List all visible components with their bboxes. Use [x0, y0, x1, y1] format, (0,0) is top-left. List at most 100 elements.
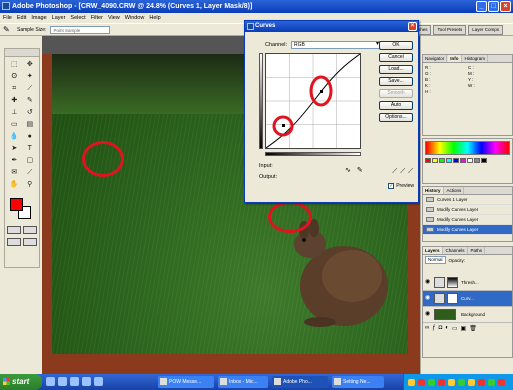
layer-mask-thumbnail[interactable]: [447, 293, 458, 304]
trash-icon[interactable]: 🗑: [469, 325, 477, 332]
load-button[interactable]: Load...: [379, 65, 413, 74]
standard-mode-icon[interactable]: [7, 226, 21, 234]
brush-tool-icon[interactable]: ✎: [23, 95, 38, 106]
menu-layer[interactable]: Layer: [52, 13, 66, 23]
curve-point-mode-icon[interactable]: ∿: [345, 166, 351, 174]
crop-tool-icon[interactable]: ⌗: [7, 83, 22, 94]
tab-layer-comps[interactable]: Layer Comps: [468, 25, 503, 35]
gradient-tool-icon[interactable]: ▤: [23, 119, 38, 130]
link-icon[interactable]: ∞: [425, 325, 429, 332]
task-pow-messenger[interactable]: POW Messe...: [158, 376, 214, 388]
curve-point-midtones[interactable]: [320, 90, 323, 93]
slice-tool-icon[interactable]: ⟋: [23, 83, 38, 94]
tab-paths[interactable]: Paths: [469, 247, 486, 254]
tray-icon[interactable]: [418, 378, 425, 386]
menu-view[interactable]: View: [108, 13, 120, 23]
layer-threshold[interactable]: ◉ Thresh...: [423, 275, 512, 291]
quick-launch-icon[interactable]: [82, 377, 91, 386]
swatch[interactable]: [425, 158, 431, 163]
clone-stamp-icon[interactable]: ⊥: [7, 107, 22, 118]
layer-style-icon[interactable]: ƒ: [432, 325, 435, 332]
dodge-tool-icon[interactable]: ●: [23, 131, 38, 142]
notes-tool-icon[interactable]: ✉: [7, 167, 22, 178]
foreground-color-swatch[interactable]: [10, 198, 23, 211]
tray-icon[interactable]: [408, 378, 415, 386]
quick-launch-icon[interactable]: [46, 377, 55, 386]
tray-icon[interactable]: [438, 378, 445, 386]
history-item[interactable]: Modify Curves Layer: [423, 205, 512, 215]
maximize-button[interactable]: □: [488, 1, 499, 12]
eraser-tool-icon[interactable]: ▭: [7, 119, 22, 130]
tab-actions[interactable]: Actions: [445, 187, 465, 194]
pencil-mode-icon[interactable]: ✎: [357, 166, 363, 174]
screen-mode-standard-icon[interactable]: [7, 238, 21, 246]
swatch[interactable]: [446, 158, 452, 163]
tray-icon[interactable]: [478, 378, 485, 386]
zoom-tool-icon[interactable]: ⚲: [23, 179, 38, 190]
history-item[interactable]: Curves 1 Layer: [423, 195, 512, 205]
eyedropper-tool-icon[interactable]: ✎: [3, 25, 13, 35]
new-group-icon[interactable]: ▭: [452, 325, 458, 332]
screen-mode-full-icon[interactable]: [23, 238, 37, 246]
shape-tool-icon[interactable]: ▢: [23, 155, 38, 166]
type-tool-icon[interactable]: T: [23, 143, 38, 154]
magic-wand-icon[interactable]: ✦: [23, 71, 38, 82]
smooth-button[interactable]: Smooth: [379, 89, 413, 98]
task-inbox[interactable]: Inbox - Mic...: [218, 376, 268, 388]
layer-curves[interactable]: ◉ Curv...: [423, 291, 512, 307]
quick-launch-icon[interactable]: [94, 377, 103, 386]
tab-history[interactable]: History: [423, 187, 444, 194]
tab-layers[interactable]: Layers: [423, 247, 443, 254]
menu-edit[interactable]: Edit: [17, 13, 26, 23]
tray-icon[interactable]: [468, 378, 475, 386]
path-selection-icon[interactable]: ➤: [7, 143, 22, 154]
layer-mask-thumbnail[interactable]: [447, 277, 458, 288]
eye-icon[interactable]: ◉: [425, 311, 432, 318]
tab-channels[interactable]: Channels: [444, 247, 468, 254]
quick-launch-icon[interactable]: [70, 377, 79, 386]
add-mask-icon[interactable]: ◘: [439, 325, 443, 332]
blend-mode-select[interactable]: Normal: [425, 256, 446, 264]
tray-icon[interactable]: [448, 378, 455, 386]
swatch[interactable]: [481, 158, 487, 163]
tab-tool-presets[interactable]: Tool Presets: [433, 25, 467, 35]
close-button[interactable]: ×: [500, 1, 511, 12]
history-brush-icon[interactable]: ↺: [23, 107, 38, 118]
cancel-button[interactable]: Cancel: [379, 53, 413, 62]
healing-brush-icon[interactable]: ✚: [7, 95, 22, 106]
menu-image[interactable]: Image: [31, 13, 46, 23]
eye-icon[interactable]: ◉: [425, 295, 432, 302]
swatch[interactable]: [453, 158, 459, 163]
task-settings[interactable]: Setting Ne...: [332, 376, 384, 388]
curve-graph[interactable]: [265, 53, 361, 149]
quick-mask-mode-icon[interactable]: [23, 226, 37, 234]
tab-info[interactable]: Info: [448, 55, 462, 62]
swatch[interactable]: [467, 158, 473, 163]
eyedropper-icon[interactable]: ⟋: [23, 167, 38, 178]
color-ramp[interactable]: [425, 141, 510, 155]
sample-size-select[interactable]: Point Sample: [50, 25, 111, 34]
task-adobe-photoshop[interactable]: Adobe Pho...: [272, 376, 328, 388]
tray-icon[interactable]: [458, 378, 465, 386]
hand-tool-icon[interactable]: ✋: [7, 179, 22, 190]
tray-icon[interactable]: [488, 378, 495, 386]
history-item[interactable]: Modify Curves Layer: [423, 215, 512, 225]
preview-checkbox[interactable]: ✓ Preview: [388, 183, 414, 189]
move-tool-icon[interactable]: ✥: [23, 59, 38, 70]
eye-icon[interactable]: ◉: [425, 279, 432, 286]
save-button[interactable]: Save...: [379, 77, 413, 86]
options-button[interactable]: Options...: [379, 113, 413, 122]
menu-window[interactable]: Window: [125, 13, 145, 23]
blur-tool-icon[interactable]: 💧: [7, 131, 22, 142]
swatch[interactable]: [439, 158, 445, 163]
menu-select[interactable]: Select: [70, 13, 85, 23]
tray-icon[interactable]: [428, 378, 435, 386]
new-fill-layer-icon[interactable]: ◐: [445, 325, 449, 332]
white-eyedropper-icon[interactable]: ⟋: [408, 168, 413, 176]
auto-button[interactable]: Auto: [379, 101, 413, 110]
start-button[interactable]: start: [0, 374, 42, 390]
tray-icon[interactable]: [498, 378, 505, 386]
curve-point-shadows[interactable]: [282, 124, 285, 127]
preview-check-icon[interactable]: ✓: [388, 183, 395, 189]
black-eyedropper-icon[interactable]: ⟋: [392, 168, 397, 176]
